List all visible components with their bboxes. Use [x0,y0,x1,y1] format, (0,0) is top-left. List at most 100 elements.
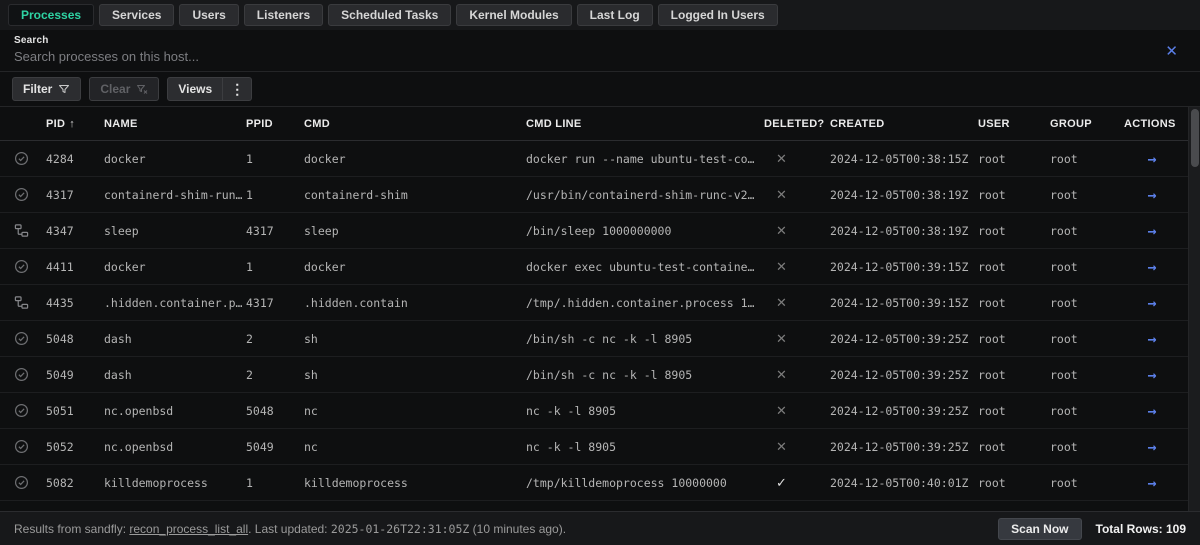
status-ok-icon [12,403,46,418]
tab-listeners[interactable]: Listeners [243,4,324,26]
sandfly-name-link[interactable]: recon_process_list_all [129,522,248,536]
status-ok-icon [12,187,46,202]
status-ok-icon [12,151,46,166]
cell-pid: 5082 [46,475,74,490]
views-button[interactable]: Views [167,77,224,101]
row-detail-arrow-icon[interactable]: → [1147,366,1156,384]
cell-deleted: ✕ [764,295,830,311]
cell-pid: 5052 [46,439,74,454]
cell-pid: 4317 [46,187,74,202]
cell-created: 2024-12-05T00:39:25Z [830,439,969,454]
column-header-name[interactable]: NAME [104,118,246,130]
tab-services[interactable]: Services [99,4,175,26]
row-detail-arrow-icon[interactable]: → [1147,330,1156,348]
process-tree-icon [12,223,46,238]
table-row[interactable]: 4317 containerd-shim-run… 1 containerd-shim… [0,177,1200,213]
results-prefix: Results from sandfly: [14,521,130,536]
tab-bar: Processes Services Users Listeners Scheduled… [0,0,1200,30]
column-header-actions[interactable]: ACTIONS [1124,118,1180,130]
row-detail-arrow-icon[interactable]: → [1147,294,1156,312]
cell-user: root [978,439,1006,454]
table-body: 4284 docker 1 docker docker run --name ubunt… [0,141,1200,501]
last-updated-label: . Last updated: [248,521,331,536]
column-header-deleted[interactable]: DELETED? [764,118,830,130]
tab-logged-in-users[interactable]: Logged In Users [657,4,778,26]
cell-name: dash [104,331,132,346]
column-header-pid[interactable]: PID ↑ [46,118,104,130]
status-ok-icon [12,331,46,346]
tab-last-log[interactable]: Last Log [576,4,653,26]
table-row[interactable]: 4435 .hidden.container.p… 4317 .hidden.cont… [0,285,1200,321]
not-deleted-x-icon: ✕ [776,366,787,382]
cell-name: containerd-shim-run… [104,187,243,202]
tab-users[interactable]: Users [179,4,239,26]
column-header-cmd-line[interactable]: CMD LINE [526,118,764,130]
cell-pid: 5048 [46,331,74,346]
cell-cmd-line: /usr/bin/containerd-shim-runc-v2… [526,187,755,202]
cell-cmd: nc [304,403,318,418]
cell-actions: → [1124,402,1180,420]
sort-ascending-icon: ↑ [69,117,76,130]
cell-deleted: ✕ [764,403,830,419]
tab-kernel-modules[interactable]: Kernel Modules [456,4,572,26]
table-row[interactable]: 4411 docker 1 docker docker exec ubuntu-test… [0,249,1200,285]
cell-cmd: sh [304,331,318,346]
not-deleted-x-icon: ✕ [776,294,787,310]
scan-now-button[interactable]: Scan Now [998,517,1082,540]
table-row[interactable]: 5051 nc.openbsd 5048 nc nc -k -l 8905 ✕ 2024-1… [0,393,1200,429]
status-bar: Results from sandfly: recon_process_list… [0,511,1200,545]
column-header-user[interactable]: USER [978,118,1050,130]
cell-group: root [1050,187,1078,202]
search-input[interactable] [14,46,1114,64]
cell-ppid: 4317 [246,295,274,310]
cell-pid: 4435 [46,295,74,310]
tab-scheduled-tasks[interactable]: Scheduled Tasks [328,4,452,26]
cell-cmd-line: docker run --name ubuntu-test-co… [526,151,755,166]
cell-group: root [1050,367,1078,382]
close-search-icon[interactable]: ✕ [1165,44,1178,59]
vertical-scrollbar[interactable] [1188,107,1200,511]
row-detail-arrow-icon[interactable]: → [1147,258,1156,276]
cell-group: root [1050,403,1078,418]
filter-button[interactable]: Filter [12,77,82,101]
cell-created: 2024-12-05T00:39:25Z [830,367,969,382]
row-detail-arrow-icon[interactable]: → [1147,150,1156,168]
table-row[interactable]: 5082 killdemoprocess 1 killdemoprocess/tmp/… [0,465,1200,501]
cell-deleted: ✕ [764,367,830,383]
cell-ppid: 2 [246,331,253,346]
results-summary: Results from sandfly: recon_process_list… [14,522,984,536]
cell-user: root [978,331,1006,346]
cell-cmd: containerd-shim [304,187,408,202]
deleted-check-icon: ✓ [776,474,787,490]
table-row[interactable]: 5052 nc.openbsd 5049 nc nc -k -l 8905 ✕ 2024-1… [0,429,1200,465]
cell-ppid: 1 [246,259,253,274]
scrollbar-thumb[interactable] [1191,109,1199,167]
cell-name: nc.openbsd [104,403,174,418]
cell-created: 2024-12-05T00:38:19Z [830,223,969,238]
cell-created: 2024-12-05T00:39:15Z [830,259,969,274]
table-row[interactable]: 5049 dash 2 sh/bin/sh -c nc -k -l 8905 ✕ 2024… [0,357,1200,393]
app-window: Processes Services Users Listeners Scheduled… [0,0,1200,545]
tab-processes[interactable]: Processes [8,4,95,26]
table-row[interactable]: 4284 docker 1 docker docker run --name ubunt… [0,141,1200,177]
status-ok-icon [12,259,46,274]
column-header-ppid[interactable]: PPID [246,118,304,130]
row-detail-arrow-icon[interactable]: → [1147,222,1156,240]
cell-deleted: ✓ [764,475,830,491]
row-detail-arrow-icon[interactable]: → [1147,474,1156,492]
clear-filter-button[interactable]: Clear [89,77,160,101]
column-header-group[interactable]: GROUP [1050,118,1124,130]
column-header-cmd[interactable]: CMD [304,118,526,130]
table-row[interactable]: 5048 dash 2 sh/bin/sh -c nc -k -l 8905 ✕ 2024… [0,321,1200,357]
column-header-created[interactable]: CREATED [830,118,978,130]
more-options-button[interactable]: ⋮ [223,77,253,101]
row-detail-arrow-icon[interactable]: → [1147,402,1156,420]
table-row[interactable]: 4347 sleep 4317 sleep/bin/sleep 1000000000 ✕… [0,213,1200,249]
status-ok-icon [12,367,46,382]
table-header-row: PID ↑ NAME PPID CMD CMD LINE DELETED? CREATED US… [0,107,1200,141]
row-detail-arrow-icon[interactable]: → [1147,438,1156,456]
cell-name: docker [104,259,146,274]
row-detail-arrow-icon[interactable]: → [1147,186,1156,204]
cell-cmd-line: /tmp/killdemoprocess 10000000 [526,475,727,490]
cell-pid: 4347 [46,223,74,238]
